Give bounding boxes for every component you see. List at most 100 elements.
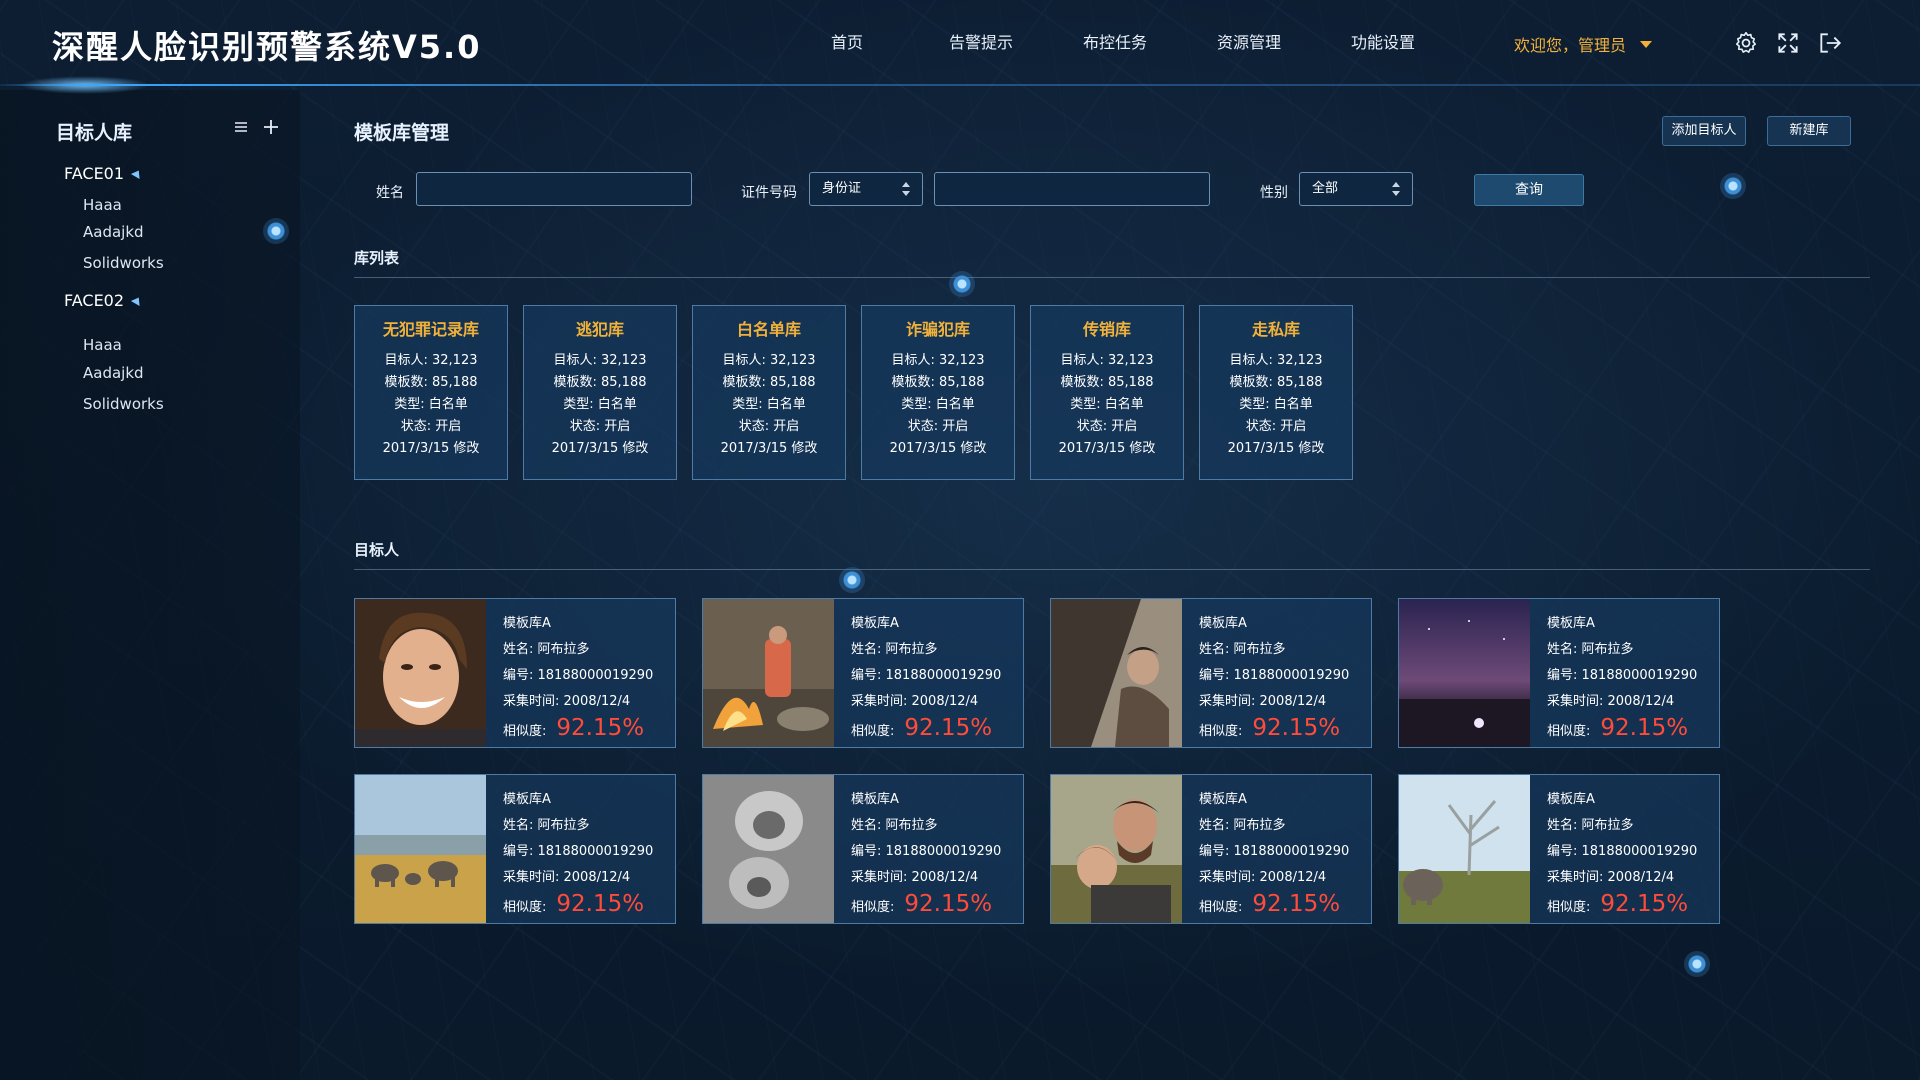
library-templates: 模板数: 85,188 — [891, 375, 985, 390]
target-photo — [1051, 775, 1182, 923]
logout-icon[interactable] — [1817, 30, 1843, 56]
tree-item[interactable]: Solidworks — [83, 395, 164, 413]
similarity-value: 92.15% — [556, 891, 645, 917]
target-card[interactable]: 模板库A 姓名: 阿布拉多 编号: 18188000019290 采集时间: 2008… — [1398, 774, 1720, 924]
section-divider — [354, 569, 1870, 570]
target-lib: 模板库A — [851, 792, 899, 807]
library-card[interactable]: 逃犯库 目标人: 32,123 模板数: 85,188 类型: 白名单 状态: 开启 20… — [523, 305, 677, 480]
gender-value: 全部 — [1312, 181, 1339, 196]
target-time: 采集时间: 2008/12/4 — [503, 870, 631, 885]
library-card[interactable]: 走私库目标人: 32,123 模板数: 85,188 类型: 白名单 状态: 开启 20… — [1199, 305, 1353, 480]
target-lib: 模板库A — [1199, 792, 1247, 807]
library-targets: 目标人: 32,123 — [722, 353, 816, 368]
library-modified: 2017/3/15 修改 — [720, 441, 818, 456]
library-status: 状态: 开启 — [1245, 419, 1307, 434]
query-button[interactable]: 查询 — [1474, 174, 1584, 206]
target-name: 姓名: 阿布拉多 — [851, 818, 938, 833]
target-code: 编号: 18188000019290 — [1547, 844, 1698, 859]
similarity-label: 相似度: — [1547, 724, 1591, 739]
glow-marker — [263, 218, 289, 244]
target-card[interactable]: 模板库A 姓名: 阿布拉多 编号: 18188000019290 采集时间: 2008… — [1398, 598, 1720, 748]
library-card[interactable]: 无犯罪记录库 目标人: 32,123 模板数: 85,188 类型: 白名单 状态: 开… — [354, 305, 508, 480]
target-card[interactable]: 模板库A 姓名: 阿布拉多编号: 18188000019290 采集时间: 2008… — [702, 774, 1024, 924]
glow-marker — [839, 567, 865, 593]
nav-settings[interactable]: 功能设置 — [1316, 30, 1450, 56]
fullscreen-icon[interactable] — [1775, 30, 1801, 56]
library-type: 类型: 白名单 — [1070, 397, 1144, 412]
nav-tasks[interactable]: 布控任务 — [1048, 30, 1182, 56]
target-card[interactable]: 模板库A 姓名: 阿布拉多 编号: 18188000019290 采集时间: 2008… — [354, 774, 676, 924]
target-info: 模板库A 姓名: 阿布拉多 编号: 18188000019290 采集时间: 2008… — [1199, 787, 1349, 921]
library-type: 类型: 白名单 — [732, 397, 806, 412]
nav-alerts[interactable]: 告警提示 — [914, 30, 1048, 56]
target-name: 姓名: 阿布拉多 — [1199, 818, 1286, 833]
tree-group-face02[interactable]: FACE02 — [64, 291, 144, 310]
tree-item[interactable]: Haaa — [83, 336, 122, 354]
name-label: 姓名 — [376, 185, 404, 201]
target-info: 模板库A 姓名: 阿布拉多 编号: 18188000019290 采集时间: 2008… — [1199, 611, 1349, 745]
library-targets: 目标人: 32,123 — [1229, 353, 1323, 368]
tree-item[interactable]: Aadajkd — [83, 223, 144, 241]
top-header: 深醒人脸识别预警系统V5.0 首页 告警提示 布控任务 资源管理 功能设置 欢迎… — [0, 0, 1920, 94]
user-menu[interactable]: 欢迎您，管理员 — [1514, 32, 1653, 56]
target-card[interactable]: 模板库A 姓名: 阿布拉多 编号: 18188000019290 采集时间: 2008… — [1050, 774, 1372, 924]
id-type-select[interactable]: 身份证 — [809, 172, 923, 206]
target-name: 姓名: 阿布拉多 — [503, 642, 590, 657]
tree-group-face01[interactable]: FACE01 — [64, 164, 144, 183]
target-card[interactable]: 模板库A 姓名: 阿布拉多 编号: 18188000019290 采集时间: 2008… — [702, 598, 1024, 748]
section-divider — [354, 277, 1870, 278]
new-library-button[interactable]: 新建库 — [1767, 116, 1851, 146]
add-target-button[interactable]: 添加目标人 — [1662, 116, 1746, 146]
library-status: 状态: 开启 — [738, 419, 800, 434]
gear-icon[interactable] — [1733, 30, 1759, 56]
library-section-title: 库列表 — [354, 249, 400, 267]
nav-resources[interactable]: 资源管理 — [1182, 30, 1316, 56]
library-card[interactable]: 诈骗犯库 目标人: 32,123 模板数: 85,188 类型: 白名单 状态: 开启 2… — [861, 305, 1015, 480]
glow-marker — [1720, 173, 1746, 199]
library-card[interactable]: 传销库 目标人: 32,123 模板数: 85,188 类型: 白名单 状态: 开启 20… — [1030, 305, 1184, 480]
similarity-value: 92.15% — [904, 715, 993, 741]
library-type: 类型: 白名单 — [1239, 397, 1313, 412]
similarity-row: 相似度: 92.15% — [1199, 715, 1349, 745]
similarity-row: 相似度: 92.15% — [851, 891, 1001, 921]
library-targets: 目标人: 32,123 — [384, 353, 478, 368]
target-photo — [1399, 599, 1530, 747]
similarity-value: 92.15% — [556, 715, 645, 741]
welcome-text: 欢迎您，管理员 — [1514, 36, 1627, 55]
target-lib: 模板库A — [1547, 616, 1595, 631]
target-code: 编号: 18188000019290 — [851, 844, 1002, 859]
tree-item[interactable]: Solidworks — [83, 254, 164, 272]
nav-home[interactable]: 首页 — [780, 30, 914, 56]
target-info: 模板库A 姓名: 阿布拉多编号: 18188000019290 采集时间: 2008… — [851, 787, 1001, 921]
library-templates: 模板数: 85,188 — [553, 375, 647, 390]
glow-marker — [1684, 951, 1710, 977]
similarity-row: 相似度: 92.15% — [503, 891, 653, 921]
library-type: 类型: 白名单 — [901, 397, 975, 412]
tree-item[interactable]: Aadajkd — [83, 364, 144, 382]
library-type: 类型: 白名单 — [563, 397, 637, 412]
glow-marker — [949, 271, 975, 297]
library-templates: 模板数: 85,188 — [1229, 375, 1323, 390]
gender-select[interactable]: 全部 — [1299, 172, 1413, 206]
similarity-label: 相似度: — [503, 724, 547, 739]
name-input[interactable] — [416, 172, 692, 206]
similarity-label: 相似度: — [851, 900, 895, 915]
tree-item[interactable]: Haaa — [83, 196, 122, 214]
library-targets: 目标人: 32,123 — [553, 353, 647, 368]
library-card[interactable]: 白名单库 目标人: 32,123 模板数: 85,188 类型: 白名单 状态: 开启 2… — [692, 305, 846, 480]
list-icon[interactable] — [232, 118, 250, 136]
target-photo — [355, 599, 486, 747]
library-modified: 2017/3/15 修改 — [1227, 441, 1325, 456]
library-name: 无犯罪记录库 — [382, 320, 479, 339]
app-root: 深醒人脸识别预警系统V5.0 首页 告警提示 布控任务 资源管理 功能设置 欢迎… — [0, 0, 1920, 1080]
library-name: 走私库 — [1251, 320, 1300, 339]
gender-label: 性别 — [1260, 185, 1288, 201]
library-status: 状态: 开启 — [569, 419, 631, 434]
plus-icon[interactable] — [262, 118, 280, 136]
library-status: 状态: 开启 — [1076, 419, 1138, 434]
id-number-input[interactable] — [934, 172, 1210, 206]
library-templates: 模板数: 85,188 — [1060, 375, 1154, 390]
target-time: 采集时间: 2008/12/4 — [851, 870, 979, 885]
target-card[interactable]: 模板库A 姓名: 阿布拉多 编号: 18188000019290 采集时间: 2008… — [354, 598, 676, 748]
target-card[interactable]: 模板库A 姓名: 阿布拉多 编号: 18188000019290 采集时间: 2008… — [1050, 598, 1372, 748]
